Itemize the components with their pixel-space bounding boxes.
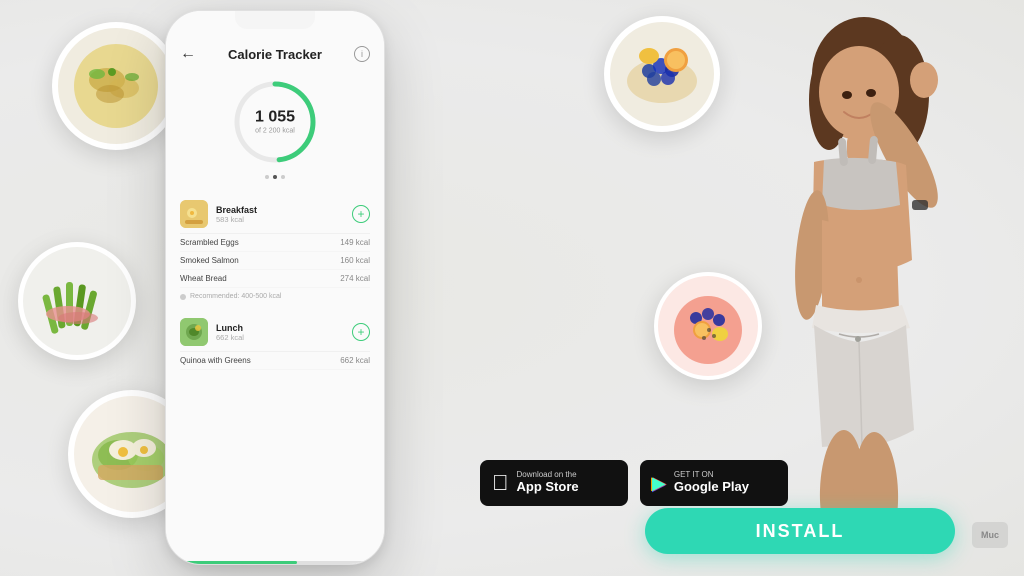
phone-notch [235,11,315,29]
breakfast-kcal: 583 kcal [216,215,257,224]
food-plate-asparagus [18,242,136,360]
food-item-salmon: Smoked Salmon 160 kcal [180,252,370,270]
food-name-salmon: Smoked Salmon [180,256,239,265]
lunch-info: Lunch 662 kcal [216,323,244,342]
app-store-text: Download on the App Store [517,471,579,496]
breakfast-add-button[interactable]: + [352,205,370,223]
google-play-top-text: GET IT ON [674,471,749,479]
calorie-number: 1 055 [255,110,295,126]
dot-2 [273,175,277,179]
app-store-button[interactable]:  Download on the App Store [480,460,628,506]
breakfast-name: Breakfast [216,205,257,215]
google-play-icon: ▶ [652,474,666,492]
lunch-name: Lunch [216,323,244,333]
food-item-bread: Wheat Bread 274 kcal [180,270,370,288]
breakfast-header-left: Breakfast 583 kcal [180,200,257,228]
lunch-header-left: Lunch 662 kcal [180,318,244,346]
food-item-eggs: Scrambled Eggs 149 kcal [180,234,370,252]
app-store-main-text: App Store [517,479,579,496]
lunch-add-button[interactable]: + [352,323,370,341]
rec-dot [180,294,186,300]
google-play-text: GET IT ON Google Play [674,471,749,496]
recommended-label: Recommended: 400-500 kcal [180,288,370,305]
phone-frame: ← Calorie Tracker i 1 055 of 2 200 kcal [165,10,385,565]
food-name-bread: Wheat Bread [180,274,227,283]
calorie-section: 1 055 of 2 200 kcal [180,77,370,179]
phone-screen: ← Calorie Tracker i 1 055 of 2 200 kcal [166,11,384,564]
breakfast-header: Breakfast 583 kcal + [180,195,370,234]
google-play-button[interactable]: ▶ GET IT ON Google Play [640,460,788,506]
calorie-ring: 1 055 of 2 200 kcal [230,77,320,167]
breakfast-thumbnail [180,200,208,228]
lunch-kcal: 662 kcal [216,333,244,342]
phone-mockup: ← Calorie Tracker i 1 055 of 2 200 kcal [165,10,385,565]
phone-progress-fill [166,561,297,564]
phone-progress-bar [166,561,384,564]
dot-3 [281,175,285,179]
calorie-sub: of 2 200 kcal [255,128,295,135]
calorie-text: 1 055 of 2 200 kcal [255,110,295,135]
food-name-eggs: Scrambled Eggs [180,238,239,247]
install-label: INSTALL [756,521,845,542]
food-kcal-quinoa: 662 kcal [340,356,370,365]
install-button-wrap: INSTALL [645,508,955,554]
phone-app-title: Calorie Tracker [228,47,322,62]
food-kcal-eggs: 149 kcal [340,238,370,247]
dots-indicator [265,175,285,179]
food-item-quinoa: Quinoa with Greens 662 kcal [180,352,370,370]
lunch-thumbnail [180,318,208,346]
breakfast-section: Breakfast 583 kcal + Scrambled Eggs 149 … [180,195,370,305]
phone-header: ← Calorie Tracker i [180,35,370,63]
app-store-top-text: Download on the [517,471,579,479]
back-arrow-icon: ← [180,45,196,63]
rec-text: Recommended: 400-500 kcal [190,293,281,300]
food-name-quinoa: Quinoa with Greens [180,356,251,365]
food-kcal-salmon: 160 kcal [340,256,370,265]
info-icon: i [354,46,370,62]
dot-1 [265,175,269,179]
google-play-main-text: Google Play [674,479,749,496]
lunch-header: Lunch 662 kcal + [180,313,370,352]
install-button[interactable]: INSTALL [645,508,955,554]
apple-icon:  [492,472,509,494]
food-kcal-bread: 274 kcal [340,274,370,283]
lunch-section: Lunch 662 kcal + Quinoa with Greens 662 … [180,313,370,370]
breakfast-info: Breakfast 583 kcal [216,205,257,224]
food-plate-pasta [52,22,180,150]
